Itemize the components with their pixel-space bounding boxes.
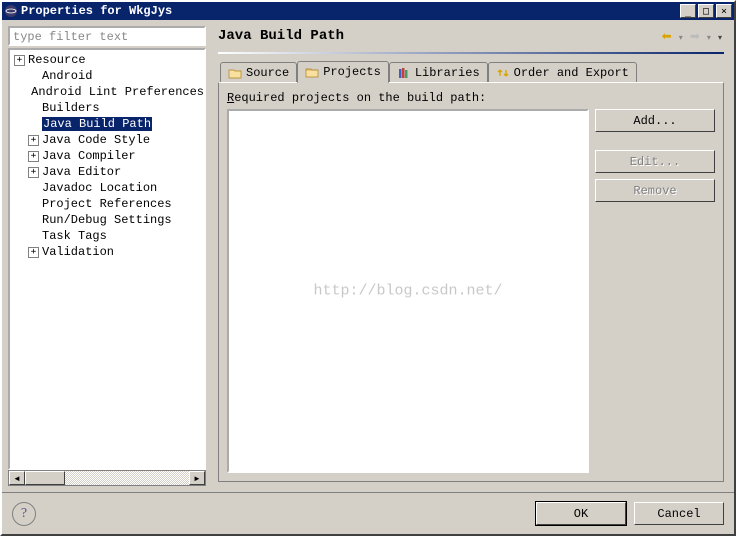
right-panel: Java Build Path ⬅ ▾ ➡ ▾ ▾ Source Projects… (206, 26, 728, 486)
tree-item-label: Android Lint Preferences (31, 85, 204, 99)
left-panel: type filter text +ResourceAndroidAndroid… (8, 26, 206, 486)
window-title: Properties for WkgJys (21, 4, 680, 18)
expand-toggle[interactable]: + (28, 151, 39, 162)
cancel-button[interactable]: Cancel (634, 502, 724, 525)
filter-input[interactable]: type filter text (8, 26, 206, 46)
tab-libraries[interactable]: Libraries (389, 62, 488, 82)
close-button[interactable]: × (716, 4, 732, 18)
tree-item[interactable]: Javadoc Location (10, 180, 204, 196)
tree-item[interactable]: +Validation (10, 244, 204, 260)
minimize-button[interactable]: _ (680, 4, 696, 18)
libraries-icon (397, 67, 411, 79)
tab-label: Source (246, 66, 289, 80)
expand-toggle[interactable]: + (28, 135, 39, 146)
tree-item[interactable]: +Java Code Style (10, 132, 204, 148)
order-export-icon (496, 67, 510, 79)
edit-button: Edit... (595, 150, 715, 173)
category-tree[interactable]: +ResourceAndroidAndroid Lint Preferences… (8, 48, 206, 470)
tree-item-label: Task Tags (42, 229, 107, 243)
scroll-thumb[interactable] (25, 471, 65, 485)
expand-toggle[interactable]: + (28, 247, 39, 258)
tab-bar: Source Projects Libraries Order and Export (214, 60, 728, 82)
tree-item-label: Validation (42, 245, 114, 259)
tree-item-label: Java Build Path (42, 117, 152, 131)
page-title: Java Build Path (218, 28, 660, 44)
help-button[interactable]: ? (12, 502, 36, 526)
expand-toggle[interactable]: + (14, 55, 25, 66)
tree-item-label: Project References (42, 197, 172, 211)
back-arrow-icon[interactable]: ⬅ (660, 29, 674, 43)
tab-projects[interactable]: Projects (297, 61, 389, 83)
tab-order-and-export[interactable]: Order and Export (488, 62, 637, 82)
tree-item[interactable]: Android (10, 68, 204, 84)
ok-button[interactable]: OK (536, 502, 626, 525)
view-menu-icon[interactable]: ▾ (716, 33, 724, 42)
add-button[interactable]: Add... (595, 109, 715, 132)
tab-label: Projects (323, 65, 381, 79)
tree-item[interactable]: Run/Debug Settings (10, 212, 204, 228)
folder-projects-icon (305, 66, 319, 78)
remove-button: Remove (595, 179, 715, 202)
titlebar[interactable]: Properties for WkgJys _ □ × (2, 2, 734, 20)
dialog-footer: ? OK Cancel (2, 492, 734, 534)
tree-item[interactable]: Android Lint Preferences (10, 84, 204, 100)
header-separator (218, 52, 724, 54)
required-projects-list[interactable]: http://blog.csdn.net/ (227, 109, 589, 473)
tree-item-label: Java Code Style (42, 133, 150, 147)
scroll-track[interactable] (25, 471, 189, 485)
tree-item-label: Resource (28, 53, 86, 67)
tree-item[interactable]: Builders (10, 100, 204, 116)
tab-source[interactable]: Source (220, 62, 297, 82)
watermark: http://blog.csdn.net/ (313, 283, 502, 300)
maximize-button[interactable]: □ (698, 4, 714, 18)
properties-dialog: Properties for WkgJys _ □ × type filter … (0, 0, 736, 536)
scroll-left-arrow[interactable]: ◄ (9, 471, 25, 485)
tree-item-label: Javadoc Location (42, 181, 157, 195)
eclipse-icon (4, 4, 18, 18)
tree-item[interactable]: Java Build Path (10, 116, 204, 132)
tree-item[interactable]: +Resource (10, 52, 204, 68)
projects-tab-pane: Required projects on the build path: htt… (218, 82, 724, 482)
tab-label: Order and Export (514, 66, 629, 80)
tree-item-label: Builders (42, 101, 100, 115)
tree-item[interactable]: Project References (10, 196, 204, 212)
tree-item-label: Java Editor (42, 165, 121, 179)
tree-item-label: Java Compiler (42, 149, 136, 163)
tab-label: Libraries (415, 66, 480, 80)
tree-item-label: Android (42, 69, 92, 83)
tree-item[interactable]: +Java Editor (10, 164, 204, 180)
tree-item[interactable]: +Java Compiler (10, 148, 204, 164)
tree-item[interactable]: Task Tags (10, 228, 204, 244)
filter-placeholder: type filter text (13, 30, 128, 44)
forward-arrow-icon[interactable]: ➡ (688, 29, 702, 43)
tree-item-label: Run/Debug Settings (42, 213, 172, 227)
forward-menu-icon[interactable]: ▾ (705, 33, 713, 42)
horizontal-scrollbar[interactable]: ◄ ► (8, 470, 206, 486)
back-menu-icon[interactable]: ▾ (677, 33, 685, 42)
expand-toggle[interactable]: + (28, 167, 39, 178)
nav-buttons: ⬅ ▾ ➡ ▾ ▾ (660, 29, 724, 43)
scroll-right-arrow[interactable]: ► (189, 471, 205, 485)
required-projects-label: Required projects on the build path: (227, 91, 715, 105)
folder-source-icon (228, 67, 242, 79)
